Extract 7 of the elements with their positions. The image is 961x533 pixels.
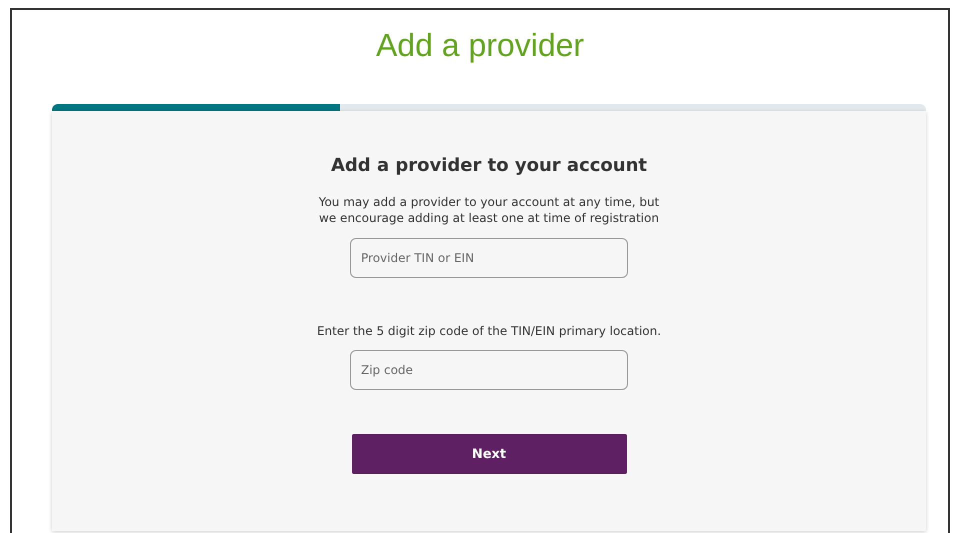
page-title: Add a provider xyxy=(374,26,586,65)
input-field[interactable]: Provider TIN or EIN xyxy=(350,238,628,278)
input-field[interactable]: Zip code xyxy=(350,350,628,390)
intro-text: You may add a provider to your account at any time, but we encourage adding at least one at time of registration xyxy=(318,194,660,226)
next-button[interactable]: Next xyxy=(352,434,626,474)
field-label: Enter the 5 digit zip code of the TIN/EIN primary location. xyxy=(316,324,662,338)
form-heading: Add a provider to your account xyxy=(330,155,648,176)
